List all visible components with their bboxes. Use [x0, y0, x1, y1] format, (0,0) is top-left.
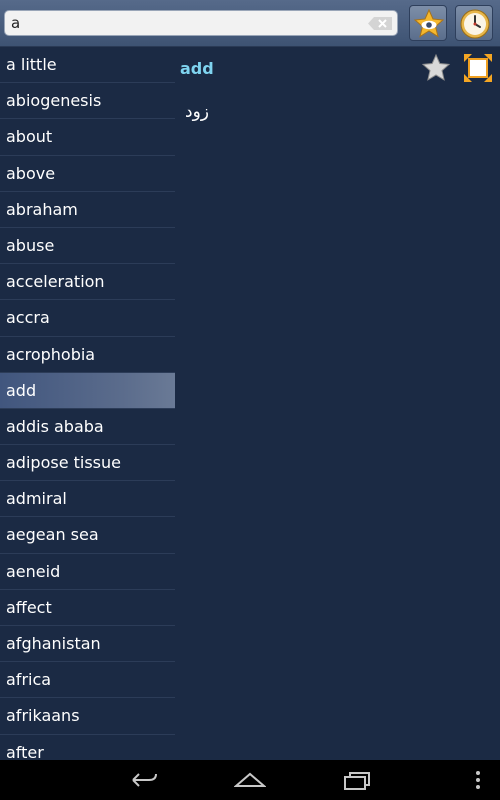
- search-box[interactable]: [4, 10, 398, 36]
- list-item[interactable]: adipose tissue: [0, 445, 175, 482]
- top-toolbar: [0, 0, 500, 47]
- list-item[interactable]: abuse: [0, 228, 175, 265]
- fullscreen-icon[interactable]: [463, 53, 493, 83]
- list-item[interactable]: addis ababa: [0, 409, 175, 446]
- list-item[interactable]: abiogenesis: [0, 83, 175, 120]
- search-input[interactable]: [11, 13, 361, 33]
- back-icon[interactable]: [129, 768, 159, 792]
- list-item[interactable]: aegean sea: [0, 517, 175, 554]
- list-item[interactable]: affect: [0, 590, 175, 626]
- overflow-menu-icon[interactable]: [474, 768, 482, 792]
- clock-icon: [460, 9, 490, 39]
- home-icon[interactable]: [234, 768, 266, 792]
- list-item[interactable]: acrophobia: [0, 337, 175, 373]
- list-item[interactable]: aeneid: [0, 554, 175, 590]
- entry-headword: add: [180, 59, 214, 78]
- add-favorite-star-icon[interactable]: [421, 53, 451, 83]
- word-list[interactable]: a little abiogenesis about above abraham…: [0, 47, 175, 760]
- list-item[interactable]: a little: [0, 47, 175, 84]
- recent-apps-icon[interactable]: [342, 768, 372, 792]
- entry-panel: add زود: [175, 47, 500, 760]
- history-button[interactable]: [455, 5, 493, 41]
- favorites-button[interactable]: [409, 5, 447, 41]
- list-item[interactable]: accra: [0, 300, 175, 337]
- system-nav-bar: [0, 760, 500, 800]
- list-item[interactable]: abraham: [0, 192, 175, 228]
- entry-translation: زود: [185, 102, 209, 122]
- list-item[interactable]: above: [0, 156, 175, 192]
- list-item[interactable]: about: [0, 119, 175, 156]
- list-item[interactable]: admiral: [0, 481, 175, 518]
- list-item-selected[interactable]: add: [0, 372, 175, 409]
- list-item[interactable]: after: [0, 735, 175, 760]
- list-item[interactable]: africa: [0, 662, 175, 699]
- clear-search-icon[interactable]: [367, 16, 393, 31]
- star-eye-icon: [413, 8, 445, 38]
- list-item[interactable]: acceleration: [0, 264, 175, 301]
- list-item[interactable]: afrikaans: [0, 698, 175, 735]
- list-item[interactable]: afghanistan: [0, 626, 175, 663]
